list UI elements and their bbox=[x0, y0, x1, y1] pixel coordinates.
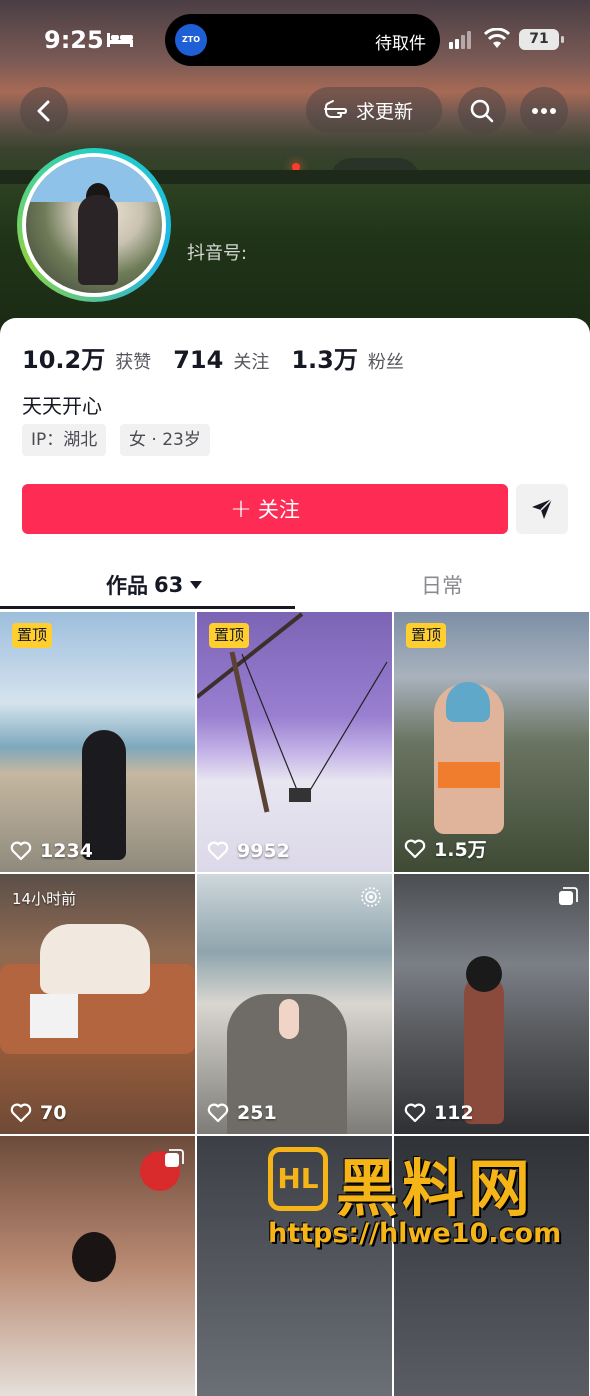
watermark-logo: HL bbox=[268, 1147, 328, 1211]
following-label[interactable]: 关注 bbox=[233, 348, 269, 374]
battery-indicator: 71 bbox=[519, 29, 559, 50]
search-icon bbox=[470, 99, 494, 123]
tile-figure-top bbox=[438, 762, 500, 788]
follow-label: 关注 bbox=[257, 498, 300, 522]
heart-icon bbox=[404, 839, 426, 858]
send-message-icon bbox=[532, 498, 553, 519]
profile-stats: 10.2万 获赞 714 关注 1.3万 粉丝 bbox=[22, 340, 416, 375]
search-button[interactable] bbox=[458, 87, 506, 135]
like-count: 70 bbox=[10, 1102, 66, 1124]
swing-illustration bbox=[197, 612, 388, 813]
battery-tip bbox=[561, 36, 564, 43]
island-text: 待取件 bbox=[375, 34, 426, 54]
watermark-title: 黑料网 bbox=[336, 1152, 535, 1225]
video-tile[interactable]: 置顶 1234 bbox=[0, 612, 195, 872]
profile-card: 10.2万 获赞 714 关注 1.3万 粉丝 天天开心 IP：湖北 女 · 2… bbox=[0, 318, 590, 1396]
tile-figure-hat bbox=[446, 682, 490, 722]
watermark-url: https://hlwe10.com bbox=[268, 1218, 562, 1249]
heart-icon bbox=[207, 1103, 229, 1123]
pinned-badge: 置顶 bbox=[406, 623, 447, 648]
profile-bio: 天天开心 bbox=[22, 394, 102, 418]
pinned-badge: 置顶 bbox=[209, 623, 250, 648]
tile-figure bbox=[40, 924, 150, 994]
tile-figure-head bbox=[72, 1232, 116, 1282]
video-tile[interactable]: 置顶 9952 bbox=[197, 612, 392, 872]
chevron-left-icon bbox=[37, 100, 50, 122]
like-count: 1.5万 bbox=[404, 835, 487, 862]
cellular-signal-icon bbox=[449, 31, 471, 49]
like-count-value: 251 bbox=[237, 1102, 277, 1124]
back-button[interactable] bbox=[20, 87, 68, 135]
like-count: 112 bbox=[404, 1102, 474, 1124]
more-dots-icon bbox=[532, 108, 556, 114]
gender-age-tag: 女 · 23岁 bbox=[120, 424, 210, 456]
heart-icon bbox=[207, 841, 229, 861]
heart-icon bbox=[10, 1103, 32, 1123]
pinned-badge: 置顶 bbox=[12, 623, 53, 648]
battery-level: 71 bbox=[529, 31, 549, 47]
plus-icon: + bbox=[230, 494, 252, 524]
like-count-value: 1.5万 bbox=[434, 839, 487, 861]
status-time: 9:25 bbox=[44, 26, 104, 54]
tab-works-label: 作品 bbox=[106, 574, 148, 598]
avatar-image bbox=[22, 153, 166, 297]
video-tile[interactable]: 置顶 1.5万 bbox=[394, 612, 589, 872]
tile-shopping-bag bbox=[30, 994, 78, 1038]
tab-underline bbox=[0, 606, 295, 609]
followers-count[interactable]: 1.3万 bbox=[291, 340, 358, 375]
like-count-value: 9952 bbox=[237, 840, 290, 862]
posted-time-badge: 14小时前 bbox=[12, 890, 77, 908]
dynamic-island[interactable]: ZTO 待取件 bbox=[165, 14, 440, 66]
likes-count: 10.2万 bbox=[22, 346, 106, 374]
like-count: 1234 bbox=[10, 840, 93, 862]
video-tile[interactable]: 112 bbox=[394, 874, 589, 1134]
likes-label: 获赞 bbox=[115, 352, 152, 373]
douyin-id[interactable]: 抖音号: bbox=[187, 239, 247, 265]
video-tile[interactable]: 251 bbox=[197, 874, 392, 1134]
status-bar: 9:25 ZTO 待取件 71 bbox=[0, 0, 590, 80]
caret-down-icon bbox=[190, 581, 203, 589]
followers-label[interactable]: 粉丝 bbox=[368, 348, 404, 374]
like-count-value: 70 bbox=[40, 1102, 67, 1124]
more-button[interactable] bbox=[520, 87, 568, 135]
live-photo-icon bbox=[361, 887, 381, 907]
tab-works-count: 63 bbox=[154, 573, 184, 597]
avatar-figure-body bbox=[78, 195, 118, 285]
zto-app-icon: ZTO bbox=[175, 24, 207, 56]
message-button[interactable] bbox=[516, 484, 568, 534]
like-count: 251 bbox=[207, 1102, 277, 1124]
sleep-mode-icon bbox=[107, 33, 133, 47]
following-count[interactable]: 714 bbox=[173, 346, 223, 374]
tab-works[interactable]: 作品 63 bbox=[106, 570, 203, 600]
follow-button[interactable]: + 关注 bbox=[22, 484, 508, 534]
request-update-label: 求更新 bbox=[356, 100, 414, 123]
tab-daily[interactable]: 日常 bbox=[421, 570, 463, 600]
video-tile[interactable] bbox=[0, 1136, 195, 1396]
request-update-button[interactable]: 求更新 bbox=[306, 87, 442, 133]
heart-icon bbox=[10, 841, 32, 861]
avatar[interactable] bbox=[17, 148, 171, 302]
tile-figure-head bbox=[466, 956, 502, 992]
ip-location-tag: IP：湖北 bbox=[22, 424, 107, 456]
pointing-hand-icon bbox=[324, 100, 347, 118]
like-count: 9952 bbox=[207, 840, 290, 862]
wifi-icon bbox=[484, 28, 510, 48]
like-count-value: 1234 bbox=[40, 840, 93, 862]
multi-image-icon bbox=[559, 887, 578, 905]
multi-image-icon bbox=[165, 1149, 184, 1167]
like-count-value: 112 bbox=[434, 1102, 474, 1124]
video-tile[interactable]: 14小时前 70 bbox=[0, 874, 195, 1134]
tile-figure-legs bbox=[279, 999, 299, 1039]
heart-icon bbox=[404, 1103, 426, 1123]
